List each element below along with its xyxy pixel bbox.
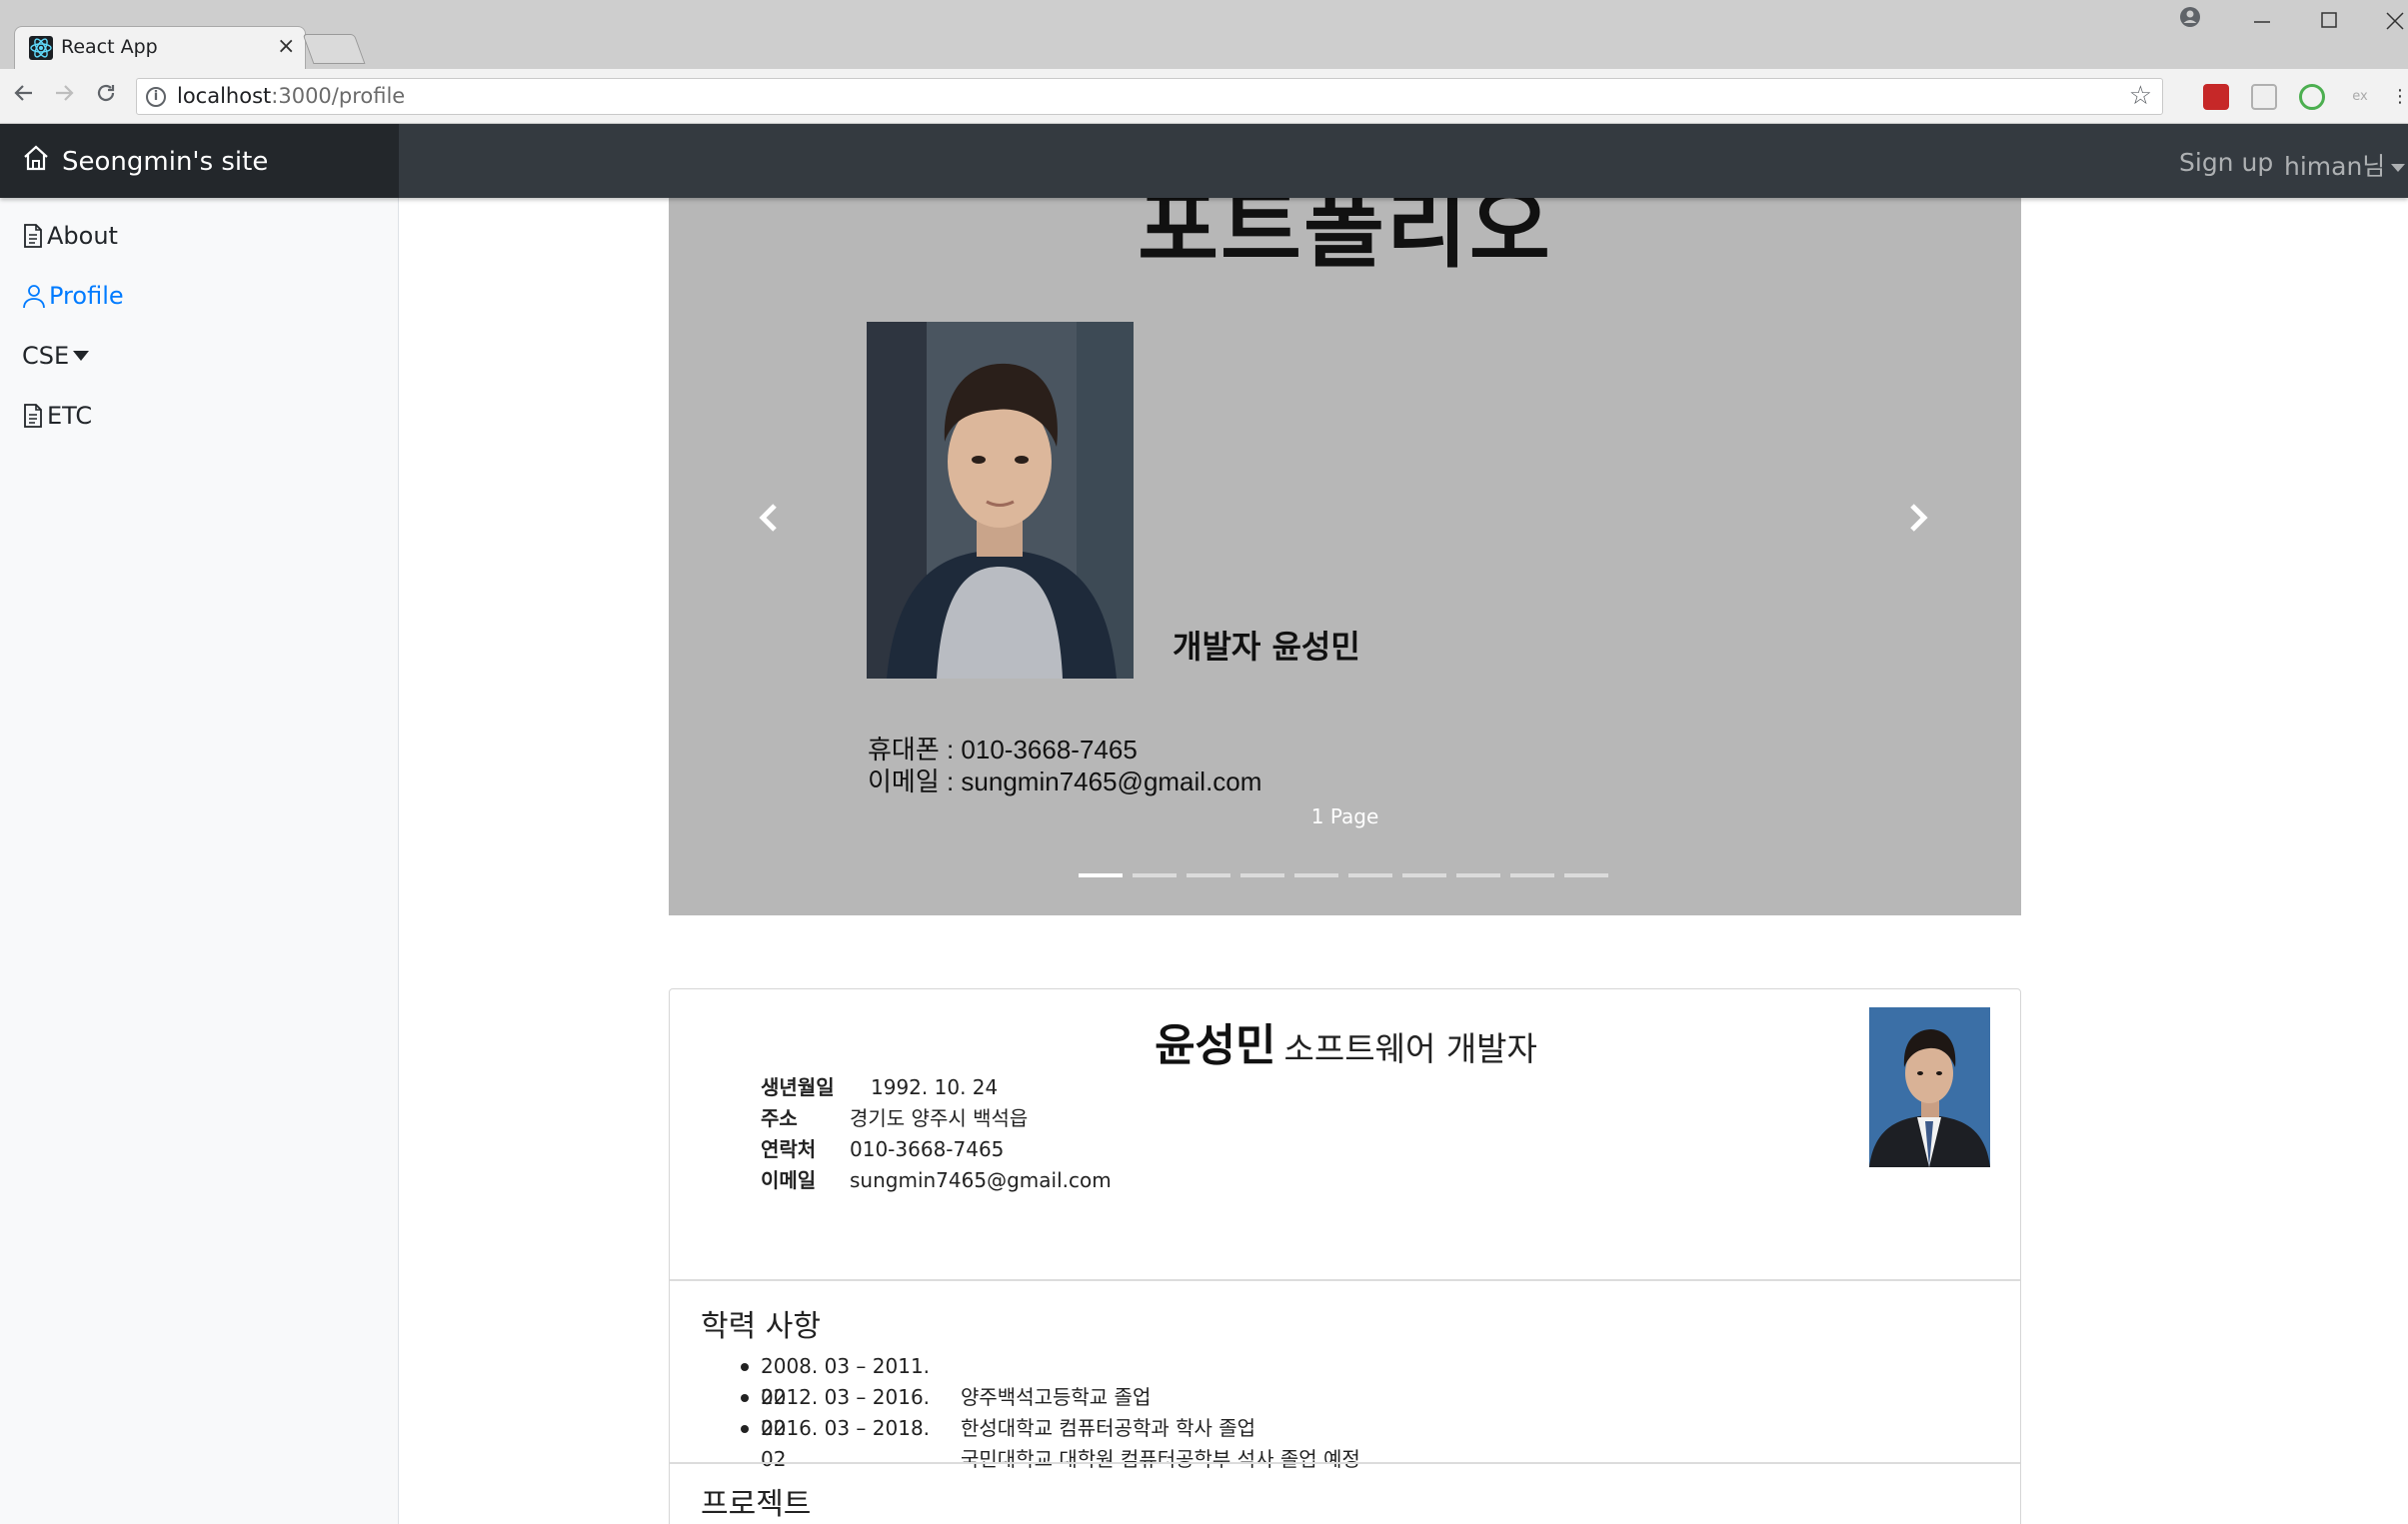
carousel-indicator[interactable] [1079,873,1123,877]
browser-menu-icon[interactable]: ⋮ [2391,84,2408,110]
projects-title: 프로젝트 [701,1487,812,1522]
back-arrow-icon[interactable] [12,81,36,112]
url-host: localhost [177,84,272,108]
extension-red-icon[interactable] [2203,84,2229,110]
info-key: 생년월일 [761,1075,835,1099]
sidebar-item-label: ETC [47,402,93,430]
react-favicon-icon [29,36,53,60]
carousel-next-button[interactable] [1888,488,1948,548]
profile-job: 소프트웨어 개발자 [1283,1029,1537,1068]
info-key: 주소 [761,1106,798,1130]
slide-email: 이메일 : sungmin7465@gmail.com [868,766,1262,796]
carousel-prev-button[interactable] [739,488,799,548]
carousel-indicator[interactable] [1348,873,1392,877]
carousel-indicator[interactable] [1564,873,1608,877]
info-value: 경기도 양주시 백석읍 [850,1106,1029,1130]
carousel-indicators [1079,873,1618,877]
sidebar-item-cse[interactable]: CSE [22,342,90,370]
sidebar-item-about[interactable]: About [22,222,118,250]
profile-photo [867,322,1134,679]
carousel-indicator[interactable] [1510,873,1554,877]
carousel-indicator[interactable] [1187,873,1230,877]
info-value: 010-3668-7465 [850,1137,1005,1161]
info-row-address: 주소 경기도 양주시 백석읍 [761,1102,1028,1131]
chevron-right-icon [1910,504,1928,532]
profile-header: 윤성민 소프트웨어 개발자 [670,1009,2022,1073]
info-key: 연락처 [761,1137,817,1161]
browser-tab-active[interactable]: React App × [14,26,306,69]
signup-link[interactable]: Sign up [2179,148,2273,177]
address-bar[interactable]: i localhost:3000/profile ☆ [136,78,2163,115]
app-navbar: Seongmin's site Sign up himan님 [0,124,2408,198]
id-photo [1869,1007,1990,1167]
sidebar-item-etc[interactable]: ETC [22,402,92,430]
url-path: :3000/profile [271,84,406,108]
browser-tabstrip: React App × [0,0,2408,69]
url-text[interactable]: localhost:3000/profile [177,84,405,108]
bookmark-star-icon[interactable]: ☆ [2129,81,2152,111]
browser-toolbar: i localhost:3000/profile ☆ ex ⋮ [0,69,2408,124]
info-value: 1992. 10. 24 [871,1075,999,1099]
carousel-indicator[interactable] [1133,873,1177,877]
caret-down-icon [2391,164,2406,172]
info-row-phone: 연락처 010-3668-7465 [761,1133,1004,1162]
tab-close-icon[interactable]: × [277,34,295,59]
info-row-birth: 생년월일 1992. 10. 24 [761,1071,998,1100]
extension-ex-icon[interactable]: ex [2347,84,2373,110]
sidebar-item-profile[interactable]: Profile [22,282,124,310]
carousel-indicator[interactable] [1456,873,1500,877]
edu-desc: 국민대학교 대학원 컴퓨터공학부 석사 졸업 예정 [961,1447,1360,1471]
user-dropdown[interactable]: himan님 [2284,147,2406,183]
caret-down-icon [73,351,90,361]
edu-period: 2016. 03 – 2018. 02 [761,1416,931,1471]
list-item: 2012. 03 – 2016. 02 한성대학교 컴퓨터공학과 학사 졸업 [741,1382,1360,1440]
profile-name: 윤성민 [1155,1020,1276,1071]
account-icon[interactable] [2179,6,2201,34]
chevron-left-icon [759,504,777,532]
extension-cast-icon[interactable] [2251,84,2277,110]
user-name: himan님 [2284,152,2386,181]
extension-green-icon[interactable] [2299,84,2325,110]
education-list: 2008. 03 – 2011. 02 양주백석고등학교 졸업 2012. 03 … [741,1351,1360,1471]
carousel-indicator[interactable] [1402,873,1446,877]
info-row-email: 이메일 sungmin7465@gmail.com [761,1164,1112,1193]
minimize-icon[interactable] [2251,2,2273,38]
document-icon [24,404,42,428]
site-info-icon[interactable]: i [146,87,166,107]
carousel-indicator[interactable] [1240,873,1284,877]
list-item: 2016. 03 – 2018. 02 국민대학교 대학원 컴퓨터공학부 석사 졸… [741,1413,1360,1471]
brand-link[interactable]: Seongmin's site [0,124,399,198]
sidebar-item-label: About [47,222,118,250]
slide-heading: 포트폴리오 [1138,198,1552,280]
section-divider [670,1279,2020,1281]
new-tab-button[interactable] [302,34,366,64]
document-icon [24,224,42,248]
tab-title: React App [61,36,158,58]
person-icon [23,285,45,309]
sidebar-item-label: CSE [22,342,70,370]
info-value: sungmin7465@gmail.com [850,1168,1112,1192]
sidebar: About Profile CSE ETC [0,198,399,1524]
forward-arrow-icon[interactable] [52,81,76,112]
home-icon [22,144,50,172]
maximize-icon[interactable] [2319,4,2341,40]
brand-title: Seongmin's site [62,147,269,177]
portfolio-carousel: 포트폴리오 개발자 윤성민 휴대폰 : 010-3668-7465 이메일 : … [669,198,2021,915]
slide-caption: 1 Page [1310,804,1379,828]
section-divider [670,1462,2020,1464]
sidebar-item-label: Profile [49,282,124,310]
list-item: 2008. 03 – 2011. 02 양주백석고등학교 졸업 [741,1351,1360,1409]
window-close-icon[interactable] [2384,4,2406,40]
carousel-indicator[interactable] [1294,873,1338,877]
education-title: 학력 사항 [701,1309,821,1344]
reload-icon[interactable] [94,81,118,112]
profile-card: 윤성민 소프트웨어 개발자 생년월일 1992. 10. 24 주소 경기도 양주시 … [669,988,2021,1524]
slide-role: 개발자 윤성민 [1173,628,1360,666]
info-key: 이메일 [761,1168,817,1192]
